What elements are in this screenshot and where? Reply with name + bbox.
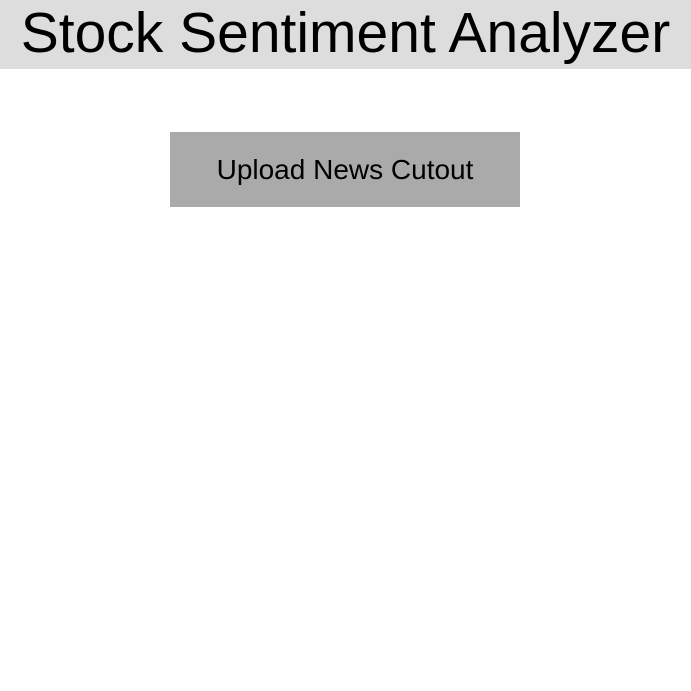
upload-news-cutout-button[interactable]: Upload News Cutout — [170, 132, 520, 207]
app-header: Stock Sentiment Analyzer — [0, 0, 691, 69]
app-title: Stock Sentiment Analyzer — [20, 1, 671, 65]
